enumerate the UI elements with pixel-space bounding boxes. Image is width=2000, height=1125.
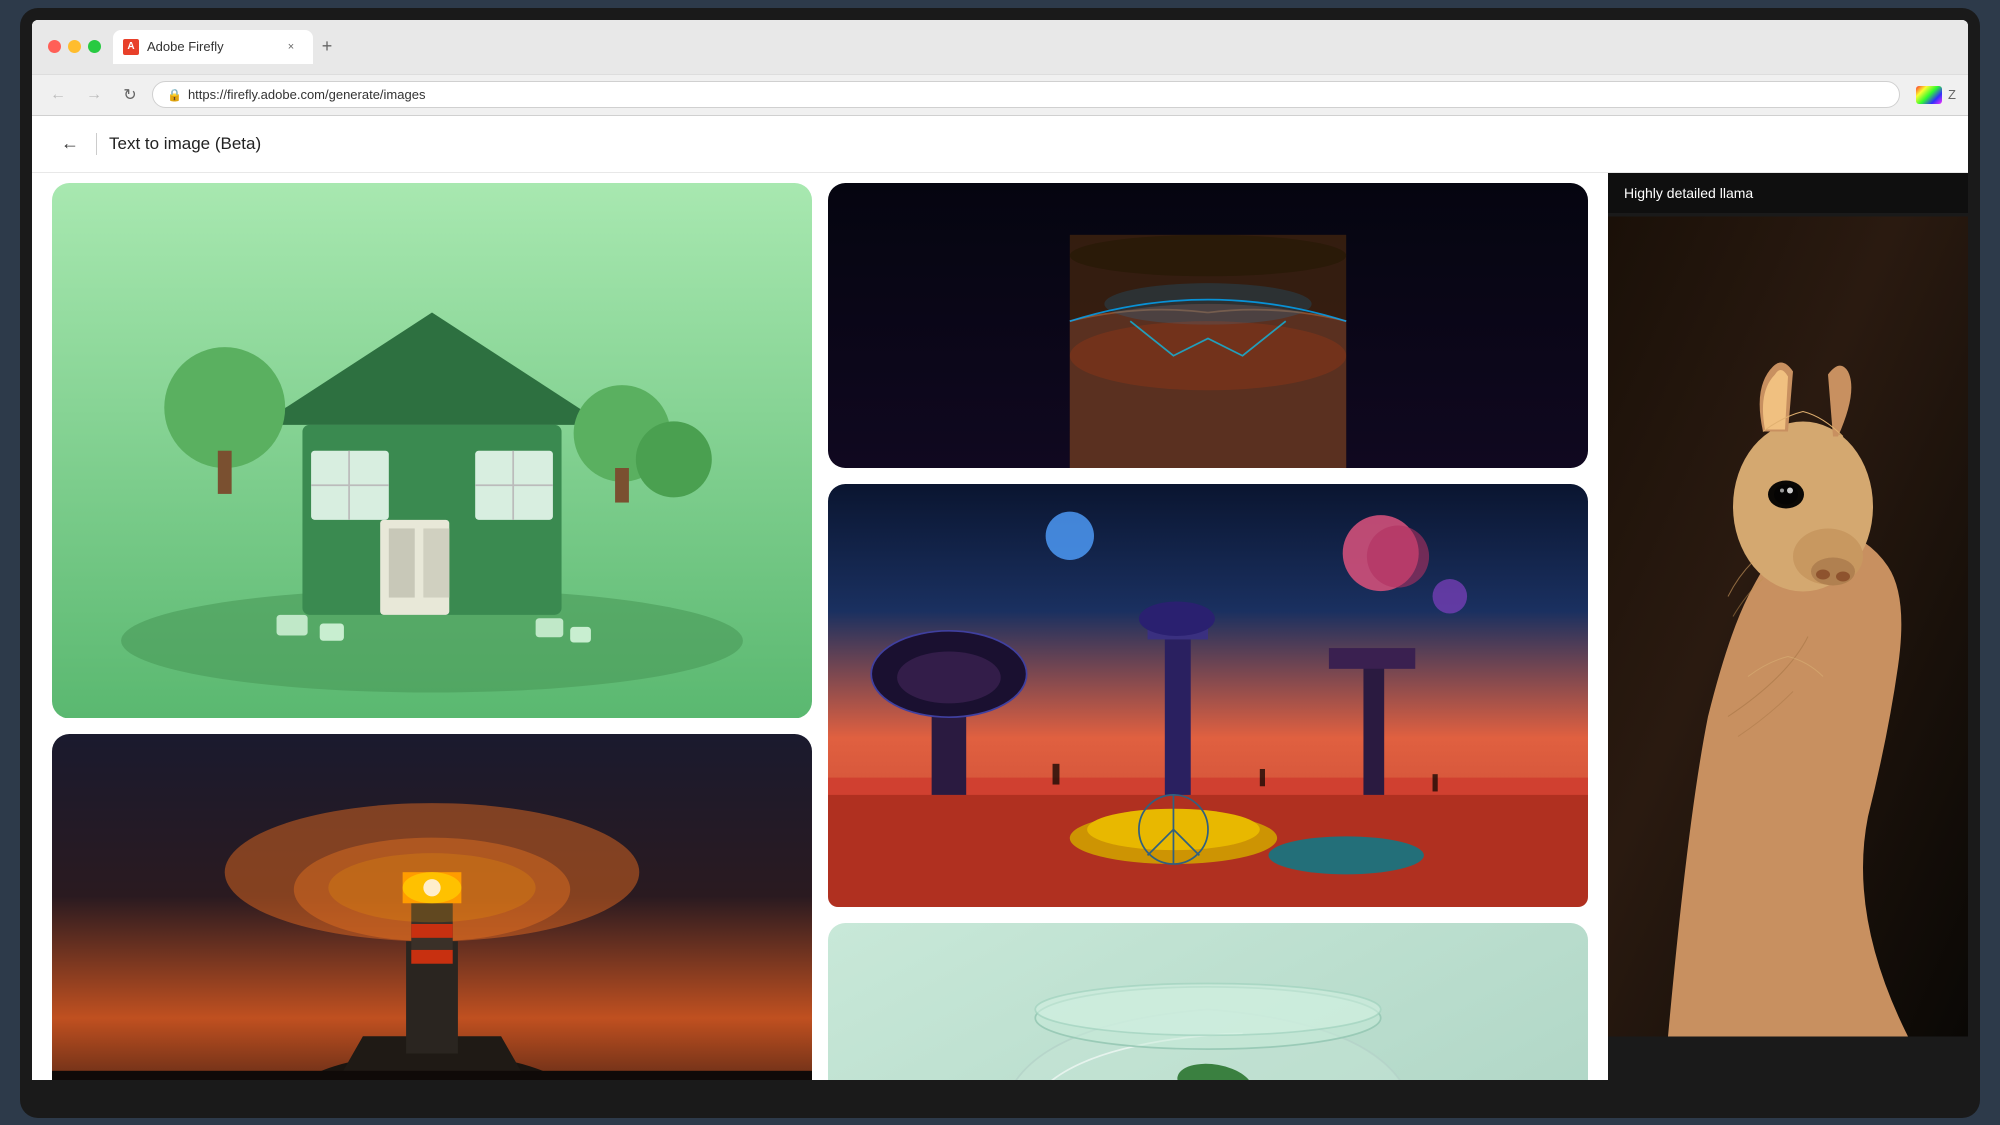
gallery-item-lighthouse[interactable] (52, 734, 812, 1080)
sidebar-image-container: Highly detailed llama (1608, 173, 1968, 1080)
page-title: Text to image (Beta) (109, 134, 261, 154)
lighthouse-image (52, 734, 812, 1080)
gallery-item-cyberpunk[interactable] (828, 183, 1588, 468)
gallery-grid (52, 183, 1588, 1080)
gallery-area: Highly detailed llama (32, 173, 1968, 1080)
browser-right-icons: Z (1916, 86, 1956, 104)
screen: A Adobe Firefly × + ← → ↻ 🔒 https://fire… (32, 20, 1968, 1080)
cyberpunk-image (828, 183, 1588, 468)
browser-color-icon (1916, 86, 1942, 104)
forward-button[interactable]: → (80, 81, 108, 109)
tab-favicon: A (123, 39, 139, 55)
laptop-frame: A Adobe Firefly × + ← → ↻ 🔒 https://fire… (20, 8, 1980, 1118)
back-navigation-button[interactable]: ← (56, 130, 84, 158)
back-button[interactable]: ← (44, 81, 72, 109)
header-divider (96, 133, 97, 155)
jar-image (828, 923, 1588, 1080)
active-tab[interactable]: A Adobe Firefly × (113, 30, 313, 64)
address-bar[interactable]: 🔒 https://firefly.adobe.com/generate/ima… (152, 81, 1900, 108)
llama-image (1608, 173, 1968, 1080)
traffic-lights (48, 40, 101, 53)
tab-bar: A Adobe Firefly × + (113, 30, 1952, 64)
sidebar-image-label: Highly detailed llama (1608, 173, 1968, 213)
tab-title: Adobe Firefly (147, 39, 275, 54)
page-content: ← Text to image (Beta) (32, 116, 1968, 1080)
gallery-right-column (828, 183, 1588, 1080)
minimize-window-button[interactable] (68, 40, 81, 53)
gallery-main[interactable] (32, 173, 1608, 1080)
browser-chrome: A Adobe Firefly × + ← → ↻ 🔒 https://fire… (32, 20, 1968, 116)
tab-close-button[interactable]: × (283, 39, 299, 55)
browser-addressbar: ← → ↻ 🔒 https://firefly.adobe.com/genera… (32, 74, 1968, 115)
gallery-left-column (52, 183, 812, 1080)
house-image (52, 183, 812, 718)
page-header: ← Text to image (Beta) (32, 116, 1968, 173)
gallery-item-house[interactable] (52, 183, 812, 718)
browser-titlebar: A Adobe Firefly × + (32, 20, 1968, 74)
lock-icon: 🔒 (167, 88, 182, 102)
maximize-window-button[interactable] (88, 40, 101, 53)
gallery-item-jar[interactable] (828, 923, 1588, 1080)
gallery-item-scifi[interactable] (828, 484, 1588, 907)
browser-extension-icon: Z (1948, 87, 1956, 102)
new-tab-button[interactable]: + (313, 33, 341, 61)
url-text: https://firefly.adobe.com/generate/image… (188, 87, 426, 102)
close-window-button[interactable] (48, 40, 61, 53)
gallery-sidebar: Highly detailed llama (1608, 173, 1968, 1080)
scifi-image (828, 484, 1588, 907)
refresh-button[interactable]: ↻ (116, 81, 144, 109)
